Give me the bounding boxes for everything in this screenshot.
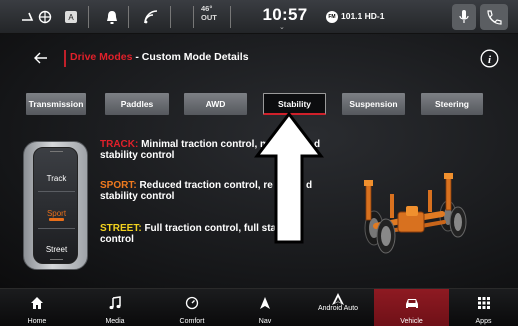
mode-selector-knob[interactable]: Track Sport Street [23,141,88,270]
music-note-icon [78,295,152,311]
sport-description-line2: stability control [100,191,175,202]
status-bar: A 46° OUT 10:57 ⌄ FM 101.1 HD-1 [0,0,518,34]
head-unit-screen: A 46° OUT 10:57 ⌄ FM 101.1 HD-1 Drive Mo… [0,0,518,326]
outside-temp-label: OUT [201,13,217,22]
tab-steering[interactable]: Steering [421,93,483,115]
mode-option-track[interactable]: Track [34,174,79,183]
phone-button[interactable] [480,4,508,30]
voice-command-button[interactable] [452,4,476,30]
back-arrow-icon [34,52,47,64]
breadcrumb-separator: - [132,51,142,63]
mode-option-street[interactable]: Street [34,245,79,254]
clock[interactable]: 10:57 [257,5,313,25]
main-panel: Drive Modes - Custom Mode Details i Tran… [0,34,518,288]
outside-temp-value: 46° [201,4,213,13]
selected-indicator [49,218,64,221]
climate-fan-icon[interactable] [20,9,54,25]
track-mode-name: TRACK: [100,139,139,150]
tab-suspension[interactable]: Suspension [342,93,405,115]
status-divider [128,6,129,28]
radio-fm-icon: FM [326,11,338,23]
tab-paddles[interactable]: Paddles [105,93,169,115]
info-button[interactable]: i [480,49,499,68]
wireless-charging-icon[interactable] [143,9,159,25]
nav-comfort[interactable]: Comfort [155,289,229,326]
nav-media-label: Media [105,318,125,325]
svg-text:i: i [488,54,492,66]
selector-notch [50,259,63,260]
auto-climate-icon[interactable]: A [64,9,78,25]
tab-transmission[interactable]: Transmission [26,93,86,115]
header-row: Drive Modes - Custom Mode Details i [0,34,518,82]
nav-home-label: Home [27,318,47,325]
nav-android-auto[interactable]: Android Auto [300,289,376,326]
selector-notch [50,151,63,152]
track-description-text: Minimal traction control, m [138,139,269,150]
phone-icon [487,10,502,25]
navigation-arrow-icon [228,295,302,311]
nav-home[interactable]: Home [0,289,74,326]
status-divider [230,6,231,28]
vehicle-chassis-image [364,173,467,254]
tab-awd[interactable]: AWD [184,93,247,115]
nav-navigation[interactable]: Nav [228,289,302,326]
pointer-arrow-icon [254,112,324,244]
selector-divider [38,228,75,229]
home-icon [0,295,74,311]
breadcrumb-parent[interactable]: Drive Modes [70,51,132,63]
page-title: Custom Mode Details [141,51,249,63]
nav-android-auto-label: Android Auto [317,305,359,312]
back-button[interactable] [31,48,51,68]
sport-mode-name: SPORT: [100,180,137,191]
nav-vehicle[interactable]: Vehicle [374,289,449,326]
street-mode-name: STREET: [100,223,142,234]
street-description-line2: control [100,234,134,245]
notification-bell-icon[interactable] [105,9,119,25]
sport-description-text: Reduced traction control, re [136,180,273,191]
car-icon [374,295,449,311]
comfort-dial-icon [155,295,229,311]
nav-vehicle-label: Vehicle [400,318,423,325]
nav-apps[interactable]: Apps [449,289,518,326]
nav-comfort-label: Comfort [179,318,205,325]
mode-selector-track: Track Sport Street [33,147,78,264]
bottom-navigation: Home Media Comfort Nav Android Auto Vehi… [0,288,518,326]
status-divider [170,6,171,28]
microphone-icon [459,10,469,23]
status-divider [88,6,89,28]
radio-station[interactable]: 101.1 HD-1 [341,11,384,21]
selector-divider [38,191,75,192]
breadcrumb: Drive Modes - Custom Mode Details [70,51,249,63]
outside-temperature: 46° OUT [201,4,227,22]
nav-media[interactable]: Media [78,289,152,326]
status-divider [193,6,194,28]
nav-apps-label: Apps [475,318,492,325]
header-accent-bar [64,50,66,67]
svg-text:A: A [68,13,74,22]
mode-option-sport[interactable]: Sport [34,209,79,218]
nav-navigation-label: Nav [258,318,272,325]
info-icon: i [480,49,499,68]
track-description-line2: stability control [100,150,175,161]
apps-grid-icon [449,295,518,311]
chevron-down-icon[interactable]: ⌄ [279,23,285,31]
